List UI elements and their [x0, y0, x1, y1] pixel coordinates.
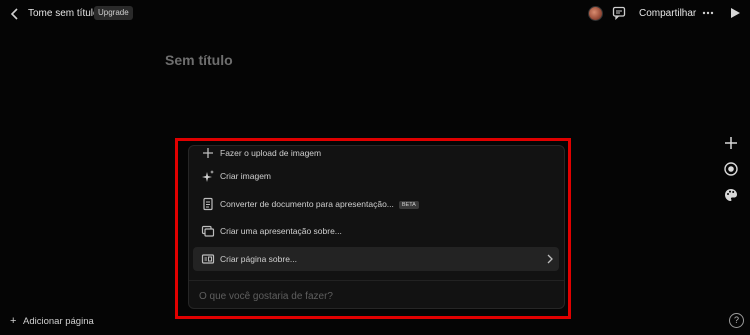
top-bar: Tome sem título Upgrade Compartilhar [0, 0, 750, 28]
upgrade-badge[interactable]: Upgrade [94, 6, 133, 20]
chevron-right-icon [547, 254, 553, 264]
help-button[interactable]: ? [729, 313, 744, 328]
share-button[interactable]: Compartilhar [639, 8, 696, 19]
upload-icon [203, 148, 213, 158]
avatar[interactable] [588, 6, 603, 21]
document-icon [203, 197, 213, 211]
document-title[interactable]: Tome sem título [28, 8, 99, 19]
more-icon[interactable] [701, 6, 715, 20]
prompt-input[interactable] [197, 287, 556, 305]
menu-item-label: Converter de documento para apresentação… [220, 199, 419, 209]
menu-item-label: Criar página sobre... [220, 254, 298, 264]
palette-icon[interactable] [723, 187, 739, 203]
menu-item-create-page[interactable]: Criar página sobre... [193, 247, 559, 271]
prompt-field-container [189, 280, 564, 308]
add-page-label: Adicionar página [23, 316, 94, 327]
add-page-button[interactable]: + Adicionar página [10, 315, 94, 327]
record-icon[interactable] [723, 161, 739, 177]
play-icon[interactable] [729, 7, 741, 19]
menu-item-convert-document[interactable]: Converter de documento para apresentação… [193, 192, 559, 216]
menu-item-create-presentation[interactable]: Criar uma apresentação sobre... [193, 219, 559, 243]
menu-item-label: Criar imagem [220, 171, 272, 181]
sparkle-icon [202, 170, 214, 182]
menu-item-upload-image[interactable]: Fazer o upload de imagem [193, 146, 559, 165]
comment-icon[interactable] [612, 6, 626, 20]
beta-badge: BETA [398, 201, 419, 209]
menu-item-label: Criar uma apresentação sobre... [220, 226, 342, 236]
plus-icon[interactable] [723, 135, 739, 151]
slides-icon [201, 225, 215, 237]
back-icon[interactable] [8, 6, 22, 22]
plus-icon: + [10, 315, 17, 327]
menu-item-create-image[interactable]: Criar imagem [193, 164, 559, 188]
page-title[interactable]: Sem título [165, 52, 233, 68]
menu-item-label: Fazer o upload de imagem [220, 148, 322, 158]
page-icon [201, 254, 215, 264]
action-menu: Fazer o upload de imagem Criar imagem Co… [188, 145, 565, 309]
